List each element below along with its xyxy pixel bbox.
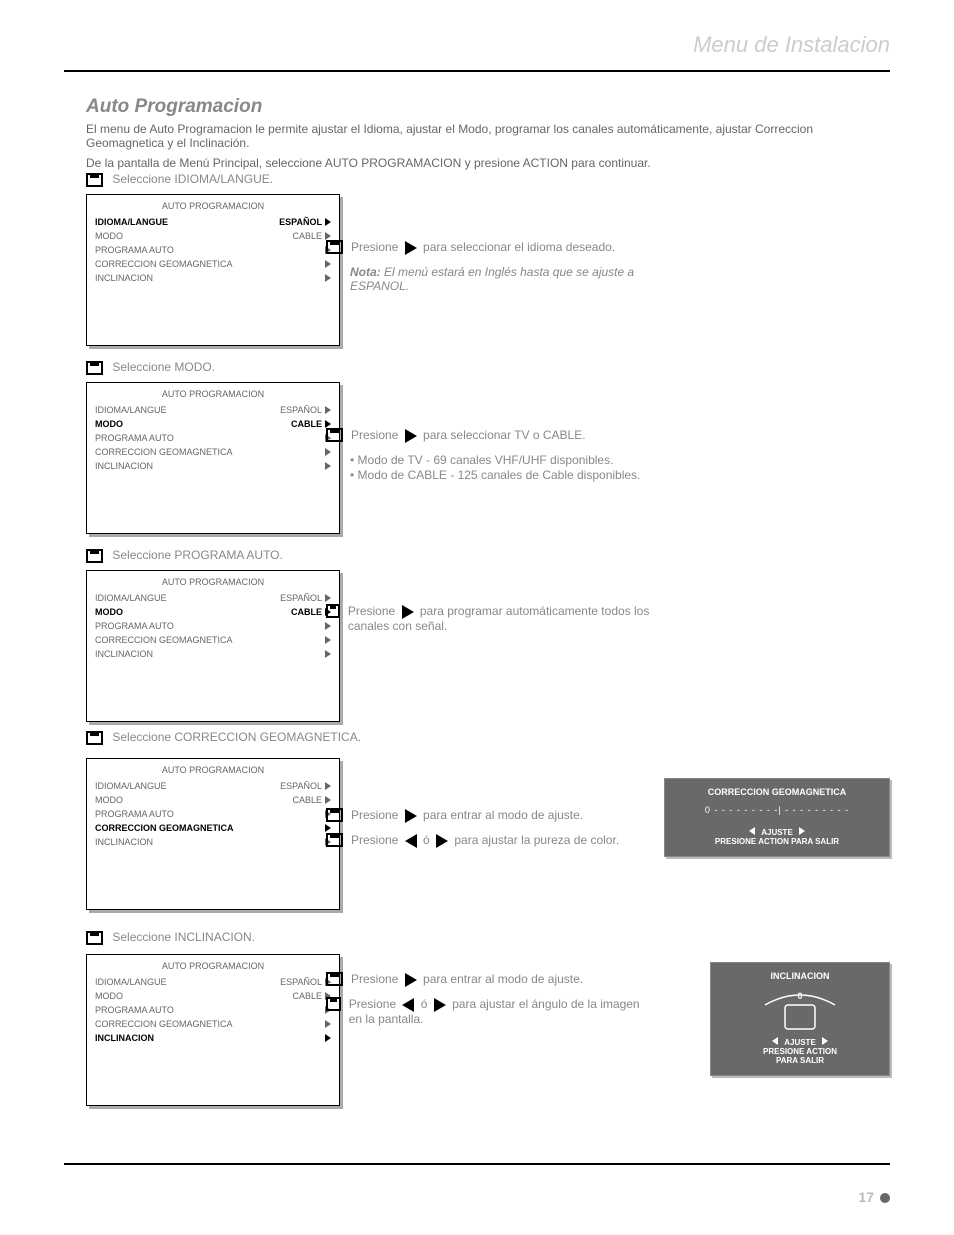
bullet-text: • Modo de TV - 69 canales VHF/UHF dispon… — [350, 453, 654, 468]
osd-panel: AUTO PROGRAMACION IDIOMA/LANGUEESPAÑOL M… — [86, 570, 340, 722]
step-text: Presione para entrar al modo de ajuste. — [351, 808, 583, 823]
step-text: Presione para programar automáticamente … — [348, 604, 654, 633]
step-text: Presione para seleccionar el idioma dese… — [351, 240, 615, 255]
osd-panel: AUTO PROGRAMACION IDIOMA/LANGUEESPAÑOL M… — [86, 954, 340, 1106]
right-arrow-icon — [405, 429, 417, 443]
right-arrow-icon — [405, 973, 417, 987]
bullet-icon — [326, 997, 341, 1011]
intro-text-2: De la pantalla de Menú Principal, selecc… — [86, 156, 890, 170]
right-arrow-icon — [434, 998, 446, 1012]
note-text: Nota: El menú estará en Inglés hasta que… — [350, 265, 654, 293]
tilt-osd: INCLINACION 0 AJUSTEPRESIONE ACTIONPARA … — [710, 962, 890, 1076]
section-heading: Auto Programacion — [86, 96, 890, 118]
right-arrow-icon — [402, 605, 414, 619]
left-arrow-icon — [402, 998, 414, 1012]
step-text: Presione para seleccionar TV o CABLE. — [351, 428, 586, 443]
osd-panel: AUTO PROGRAMACION IDIOMA/LANGUEESPAÑOL M… — [86, 382, 340, 534]
correction-osd: CORRECCION GEOMAGNETICA 0 - - - - - - - … — [664, 778, 890, 857]
intro-text: El menu de Auto Programacion le permite … — [86, 122, 890, 150]
tilt-zero: 0 — [797, 991, 802, 1001]
bullet-icon — [326, 604, 340, 618]
right-arrow-icon — [405, 809, 417, 823]
osd-panel: AUTO PROGRAMACION IDIOMA/LANGUEESPAÑOL M… — [86, 758, 340, 910]
bullet-icon — [86, 731, 103, 745]
step-text: Presione ó para ajustar la pureza de col… — [351, 833, 619, 848]
step-label: Seleccione PROGRAMA AUTO. — [112, 548, 283, 562]
bullet-icon — [86, 549, 103, 563]
page-number: 17 — [858, 1189, 890, 1205]
step-text: Presione para entrar al modo de ajuste. — [351, 972, 583, 987]
bullet-icon — [326, 240, 343, 254]
page-title: Menu de Instalacion — [693, 32, 890, 58]
bullet-icon — [86, 931, 103, 945]
step-label: Seleccione MODO. — [112, 360, 215, 374]
bullet-icon — [86, 361, 103, 375]
bullet-icon — [326, 833, 343, 847]
bullet-icon — [86, 173, 103, 187]
bullet-icon — [326, 428, 343, 442]
left-arrow-icon — [405, 834, 417, 848]
step-label: Seleccione IDIOMA/LANGUE. — [112, 172, 273, 186]
bullet-icon — [326, 808, 343, 822]
bullet-text: • Modo de CABLE - 125 canales de Cable d… — [350, 468, 654, 483]
osd-panel: AUTO PROGRAMACION IDIOMA/LANGUEESPAÑOL M… — [86, 194, 340, 346]
bullet-icon — [326, 972, 343, 986]
step-text: Presione ó para ajustar el ángulo de la … — [349, 997, 654, 1026]
right-arrow-icon — [405, 241, 417, 255]
right-arrow-icon — [436, 834, 448, 848]
step-label: Seleccione CORRECCION GEOMAGNETICA. — [112, 730, 361, 744]
step-label: Seleccione INCLINACION. — [112, 930, 255, 944]
